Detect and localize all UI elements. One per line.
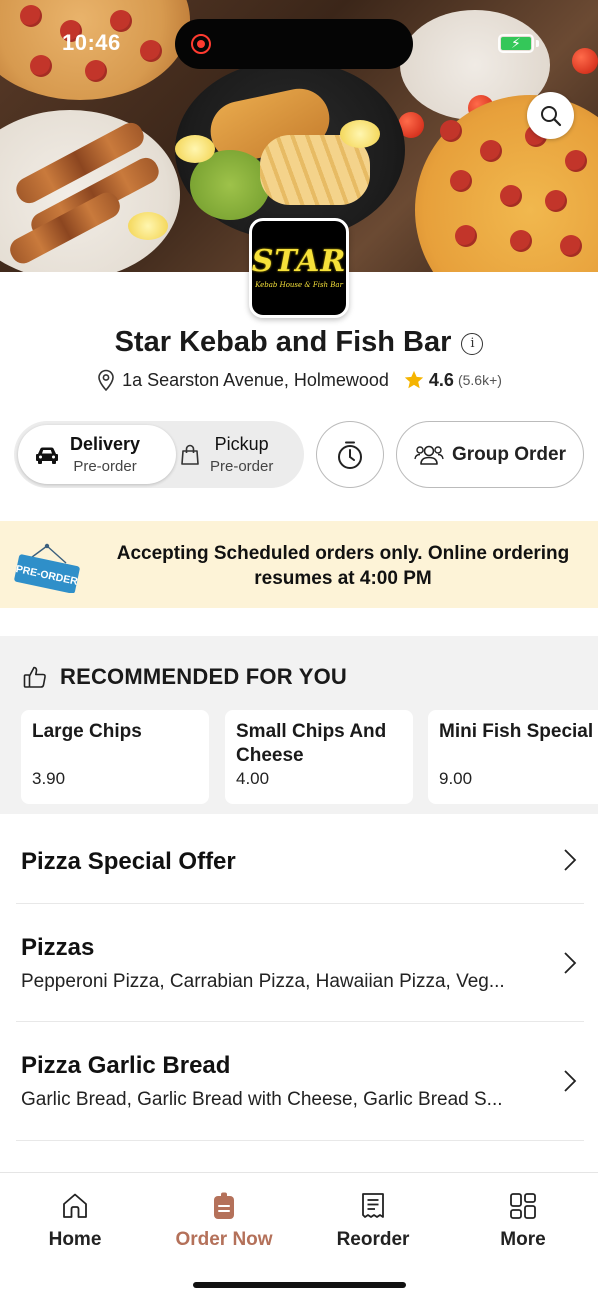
restaurant-meta: 1a Searston Avenue, Holmewood 4.6 (5.6k+… — [0, 369, 598, 391]
pickup-option[interactable]: Pickup Pre-order — [180, 425, 300, 484]
location-pin-icon — [98, 369, 114, 391]
star-icon — [404, 370, 424, 389]
nav-tab-reorder[interactable]: Reorder — [313, 1191, 433, 1251]
recommended-title: RECOMMENDED FOR YOU — [60, 664, 347, 689]
recommended-item-card[interactable]: Large Chips 3.90 — [21, 710, 209, 804]
screen-recording-icon — [191, 34, 211, 54]
shopping-bag-icon — [181, 444, 199, 465]
nav-tab-more[interactable]: More — [463, 1191, 583, 1251]
rating[interactable]: 4.6 (5.6k+) — [403, 369, 502, 391]
chevron-right-icon — [564, 1070, 577, 1092]
car-icon — [36, 447, 58, 464]
order-icon — [214, 1192, 234, 1219]
home-icon — [63, 1193, 87, 1218]
bottom-navigation: Home Order Now Reorder More — [0, 1172, 598, 1300]
thumbs-up-icon — [23, 666, 46, 688]
preorder-notice-text: Accepting Scheduled orders only. Online … — [116, 543, 570, 589]
battery-icon: ⚡ — [498, 34, 534, 53]
nav-tab-order-now[interactable]: Order Now — [164, 1191, 284, 1251]
recommended-item-card[interactable]: Small Chips And Cheese 4.00 — [225, 710, 413, 804]
home-indicator — [193, 1282, 406, 1288]
preorder-sign-icon: PRE-ORDER — [14, 543, 80, 593]
category-row-pizza-garlic-bread[interactable]: Pizza Garlic Bread Garlic Bread, Garlic … — [0, 1022, 598, 1140]
nav-tab-home[interactable]: Home — [15, 1191, 135, 1251]
status-bar-time: 10:46 — [62, 30, 121, 55]
search-icon — [540, 105, 561, 126]
group-order-button[interactable]: Group Order — [396, 421, 584, 488]
category-row-pizzas[interactable]: Pizzas Pepperoni Pizza, Carrabian Pizza,… — [0, 904, 598, 1022]
recommended-item-card[interactable]: Mini Fish Special 9.00 — [428, 710, 598, 804]
restaurant-address[interactable]: 1a Searston Avenue, Holmewood — [122, 370, 389, 391]
rating-count: (5.6k+) — [457, 372, 502, 388]
category-row-pizza-special-offer[interactable]: Pizza Special Offer — [0, 814, 598, 904]
dynamic-island — [175, 19, 413, 69]
info-icon[interactable]: i — [461, 332, 484, 355]
category-description: Pepperoni Pizza, Carrabian Pizza, Hawaii… — [21, 971, 505, 992]
preorder-notice-banner: PRE-ORDER Accepting Scheduled orders onl… — [0, 521, 598, 608]
order-mode-toggle: Delivery Pre-order Pickup Pre-order — [14, 421, 304, 488]
chevron-right-icon — [564, 952, 577, 974]
restaurant-logo: STAR Kebab House & Fish Bar — [249, 218, 349, 318]
chevron-right-icon — [564, 849, 577, 871]
grid-icon — [510, 1193, 536, 1219]
recommended-section: RECOMMENDED FOR YOU Large Chips 3.90 Sma… — [0, 636, 598, 814]
divider — [16, 1140, 584, 1141]
restaurant-header: Star Kebab and Fish Bar i — [0, 326, 598, 359]
search-button[interactable] — [527, 92, 574, 139]
schedule-time-button[interactable] — [316, 421, 384, 488]
rating-value: 4.6 — [428, 369, 454, 390]
delivery-option[interactable]: Delivery Pre-order — [18, 425, 176, 484]
category-name: Pizza Special Offer — [21, 848, 236, 875]
receipt-icon — [362, 1193, 384, 1218]
category-name: Pizzas — [21, 934, 95, 961]
category-name: Pizza Garlic Bread — [21, 1052, 231, 1079]
restaurant-name: Star Kebab and Fish Bar — [114, 326, 452, 358]
timer-icon — [338, 441, 362, 469]
group-users-icon — [414, 445, 444, 465]
category-description: Garlic Bread, Garlic Bread with Cheese, … — [21, 1089, 503, 1110]
